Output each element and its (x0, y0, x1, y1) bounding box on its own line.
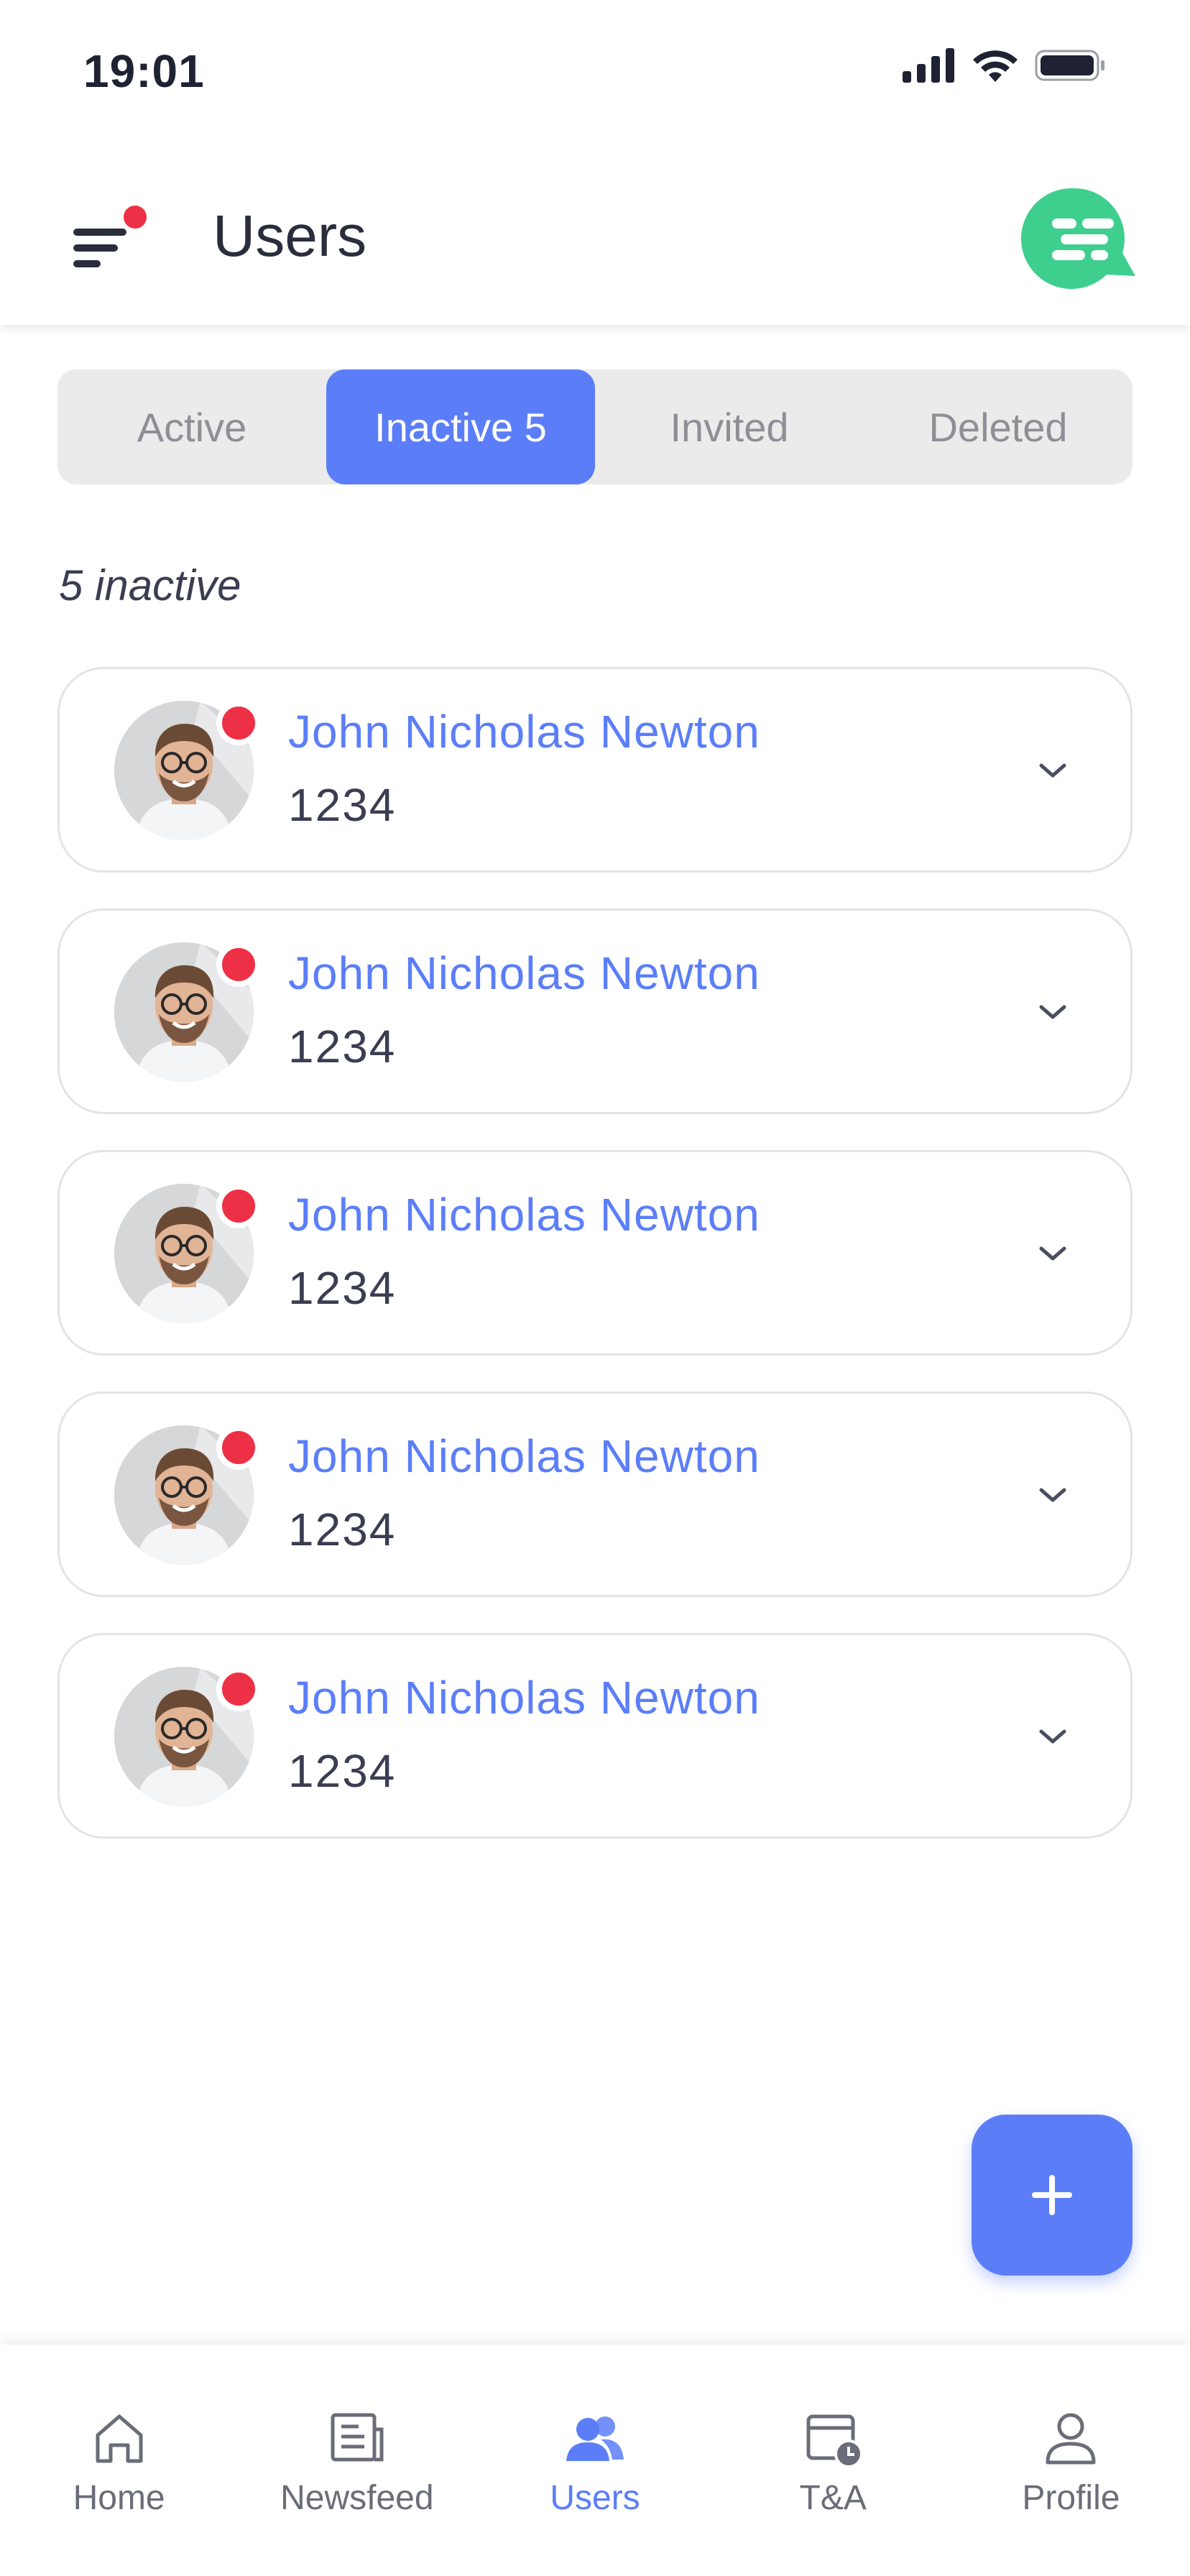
inactive-status-dot (216, 1184, 261, 1228)
menu-icon-bar (73, 260, 101, 267)
nav-time-attendance[interactable]: T&A (714, 2345, 952, 2576)
nav-newsfeed[interactable]: Newsfeed (238, 2345, 476, 2576)
user-id: 1234 (288, 1021, 397, 1072)
user-id: 1234 (288, 1262, 397, 1314)
user-card[interactable]: John Nicholas Newton 1234 (57, 1392, 1133, 1597)
nav-newsfeed-label: Newsfeed (280, 2479, 434, 2517)
chevron-down-icon[interactable] (1034, 1719, 1071, 1756)
newsfeed-icon (331, 2413, 384, 2462)
status-bar: 19:01 (0, 0, 1190, 151)
nav-users-label: Users (550, 2479, 640, 2517)
users-icon (566, 2416, 624, 2461)
nav-home-label: Home (73, 2479, 165, 2517)
menu-icon-bar (73, 244, 118, 252)
home-icon (96, 2414, 143, 2463)
menu-button[interactable] (69, 206, 155, 277)
avatar (114, 1667, 261, 1806)
user-card[interactable]: John Nicholas Newton 1234 (57, 1150, 1133, 1356)
tab-invited[interactable]: Invited (595, 369, 864, 484)
user-name: John Nicholas Newton (288, 1430, 760, 1482)
user-name: John Nicholas Newton (288, 706, 760, 758)
inactive-status-dot (216, 1425, 261, 1470)
user-id: 1234 (288, 1745, 397, 1797)
nav-time-attendance-label: T&A (799, 2479, 867, 2517)
battery-icon (1035, 50, 1104, 81)
user-name: John Nicholas Newton (288, 1189, 760, 1241)
tab-deleted[interactable]: Deleted (864, 369, 1133, 484)
user-name: John Nicholas Newton (288, 1672, 760, 1724)
avatar (114, 701, 261, 840)
nav-home[interactable]: Home (0, 2345, 238, 2576)
chevron-down-icon[interactable] (1034, 1477, 1071, 1514)
app-header: Users (0, 151, 1190, 325)
status-time: 19:01 (83, 45, 205, 97)
inactive-status-dot (216, 701, 261, 745)
tab-inactive[interactable]: Inactive 5 (326, 369, 595, 484)
user-name: John Nicholas Newton (288, 947, 760, 999)
plus-icon (1032, 2175, 1072, 2215)
time-attendance-icon (806, 2414, 864, 2468)
profile-icon (1046, 2413, 1096, 2465)
notification-dot (124, 206, 147, 229)
nav-users[interactable]: Users (476, 2345, 714, 2576)
avatar (114, 1425, 261, 1565)
chevron-down-icon[interactable] (1034, 994, 1071, 1031)
user-id: 1234 (288, 1504, 397, 1555)
inactive-status-dot (216, 1667, 261, 1711)
inactive-status-dot (216, 942, 261, 987)
status-icons (903, 47, 1107, 83)
avatar (114, 942, 261, 1082)
chevron-down-icon[interactable] (1034, 1236, 1071, 1273)
user-card[interactable]: John Nicholas Newton 1234 (57, 1633, 1133, 1839)
tab-active[interactable]: Active (57, 369, 326, 484)
chat-button[interactable] (1020, 184, 1137, 293)
chevron-down-icon[interactable] (1034, 753, 1071, 790)
status-tabs: Active Inactive 5 Invited Deleted (57, 369, 1133, 484)
user-card[interactable]: John Nicholas Newton 1234 (57, 908, 1133, 1114)
user-id: 1234 (288, 779, 397, 831)
wifi-icon (973, 50, 1018, 82)
avatar (114, 1184, 261, 1323)
user-card[interactable]: John Nicholas Newton 1234 (57, 667, 1133, 873)
add-user-button[interactable] (972, 2115, 1133, 2276)
nav-profile[interactable]: Profile (952, 2345, 1190, 2576)
chat-logo-icon (1021, 188, 1135, 289)
page-title: Users (213, 203, 367, 269)
signal-icon (903, 48, 954, 83)
bottom-nav: Home Newsfeed Users T&A Profile (0, 2345, 1190, 2576)
nav-profile-label: Profile (1022, 2479, 1120, 2517)
menu-icon (73, 229, 126, 236)
user-list: John Nicholas Newton 1234 John Nicholas … (57, 667, 1133, 1874)
inactive-count: 5 inactive (59, 561, 241, 610)
